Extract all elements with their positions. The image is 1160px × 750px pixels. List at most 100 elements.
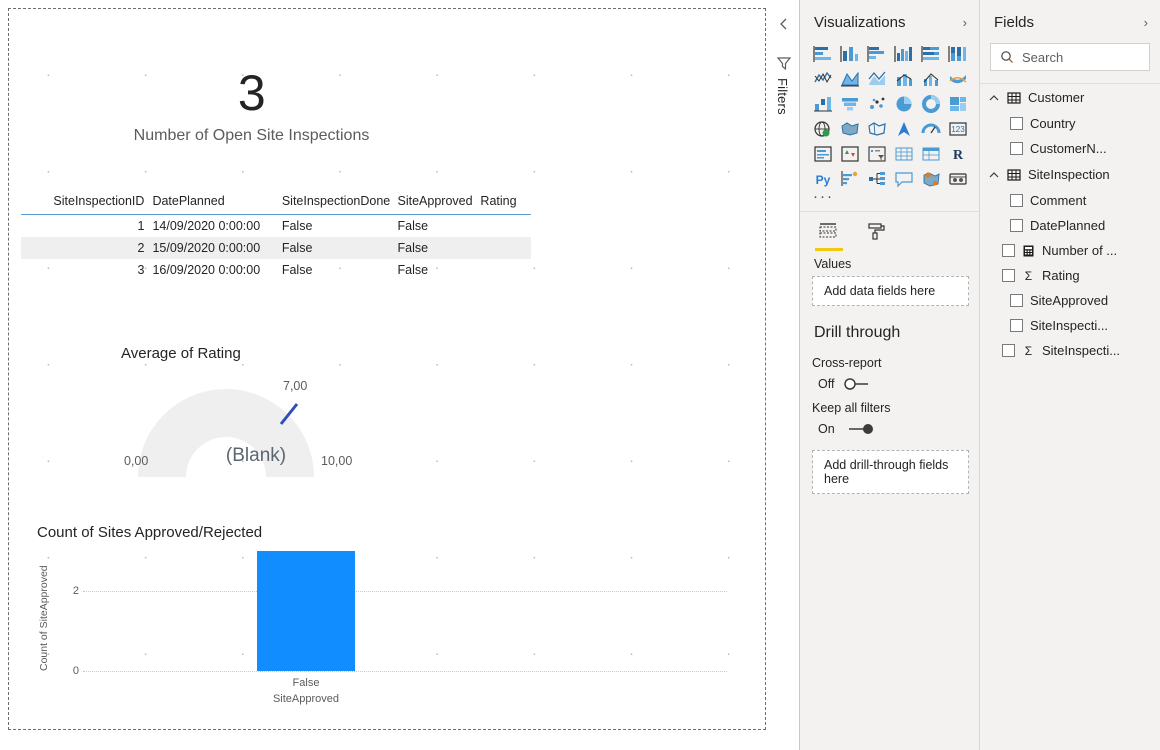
line-clustered-column-chart-icon[interactable] (919, 68, 943, 90)
field-checkbox[interactable] (1010, 219, 1023, 232)
card-icon[interactable]: 123 (946, 118, 970, 140)
arcgis-map-icon[interactable] (892, 118, 916, 140)
toggle-on-icon (848, 424, 873, 434)
filters-pane-collapsed[interactable]: Filters (768, 0, 800, 750)
cell-siteinspectionid: 3 (137, 263, 145, 277)
treemap-icon[interactable] (946, 93, 970, 115)
card-visual-open-inspections[interactable]: 3 Number of Open Site Inspections (9, 64, 494, 179)
map-icon[interactable] (811, 118, 835, 140)
column-header-dateplanned[interactable]: DatePlanned (152, 191, 282, 215)
report-canvas-area: 3 Number of Open Site Inspections SiteIn… (0, 0, 768, 750)
search-box[interactable] (990, 43, 1150, 71)
cross-report-toggle[interactable]: Off (800, 372, 979, 391)
collapse-visualizations-icon[interactable]: › (963, 15, 967, 30)
paginated-report-icon[interactable] (946, 168, 970, 190)
line-stacked-column-chart-icon[interactable] (892, 68, 916, 90)
format-tab[interactable] (866, 222, 888, 251)
shape-map-icon[interactable] (865, 118, 889, 140)
field-row-rating[interactable]: Σ Rating (980, 263, 1160, 288)
multi-row-card-icon[interactable] (811, 143, 835, 165)
field-row-number-of-measure[interactable]: Number of ... (980, 238, 1160, 263)
more-visuals-icon[interactable]: ··· (800, 189, 979, 209)
field-checkbox[interactable] (1002, 244, 1015, 257)
gauge-icon[interactable] (919, 118, 943, 140)
ribbon-chart-icon[interactable] (946, 68, 970, 90)
column-header-siteinspectionid[interactable]: SiteInspectionID (21, 191, 153, 215)
search-input[interactable] (1022, 49, 1142, 65)
kpi-icon[interactable] (838, 143, 862, 165)
waterfall-chart-icon[interactable] (811, 93, 835, 115)
table-node-customer[interactable]: Customer (980, 84, 1160, 111)
smart-narrative-icon[interactable] (892, 168, 916, 190)
drill-through-dropzone[interactable]: Add drill-through fields here (812, 450, 969, 494)
key-influencers-icon[interactable] (838, 168, 862, 190)
keep-all-filters-toggle[interactable]: On (800, 417, 979, 436)
line-chart-icon[interactable] (811, 68, 835, 90)
slicer-icon[interactable] (865, 143, 889, 165)
report-page-canvas[interactable]: 3 Number of Open Site Inspections SiteIn… (8, 8, 766, 730)
r-script-visual-icon[interactable]: R (946, 143, 970, 165)
bar-chart-visual-sites-approved[interactable]: Count of Sites Approved/Rejected Count o… (27, 524, 727, 729)
field-row-customername[interactable]: CustomerN... (980, 136, 1160, 161)
stacked-bar-chart-icon[interactable] (811, 43, 835, 65)
stacked-area-chart-icon[interactable] (865, 68, 889, 90)
matrix-icon[interactable] (919, 143, 943, 165)
field-checkbox[interactable] (1002, 269, 1015, 282)
hundred-percent-stacked-column-chart-icon[interactable] (946, 43, 970, 65)
column-header-siteapproved[interactable]: SiteApproved (397, 191, 481, 215)
column-header-rating[interactable]: Rating (480, 191, 531, 215)
clustered-column-chart-icon[interactable] (892, 43, 916, 65)
collapse-fields-icon[interactable]: › (1144, 15, 1148, 30)
stacked-column-chart-icon[interactable] (838, 43, 862, 65)
field-checkbox[interactable] (1010, 319, 1023, 332)
field-label-siteinspection-text: SiteInspecti... (1030, 318, 1109, 333)
field-row-country[interactable]: Country (980, 111, 1160, 136)
field-checkbox[interactable] (1010, 142, 1023, 155)
table-visual-site-inspections[interactable]: SiteInspectionID DatePlanned SiteInspect… (21, 191, 531, 281)
y-tick-0: 0 (72, 665, 79, 677)
area-chart-icon[interactable] (838, 68, 862, 90)
field-row-siteapproved[interactable]: SiteApproved (980, 288, 1160, 313)
filled-map-icon[interactable] (838, 118, 862, 140)
visualizations-pane-header: Visualizations › (800, 0, 979, 41)
pie-chart-icon[interactable] (892, 93, 916, 115)
table-row[interactable]: 1 14/09/2020 0:00:00 False False (21, 215, 531, 238)
visualizations-pane-title: Visualizations (814, 14, 906, 31)
gauge-visual-average-rating[interactable]: Average of Rating (Blank) 0,00 10,00 7,0… (21, 345, 441, 505)
search-icon (1001, 51, 1013, 63)
field-checkbox[interactable] (1010, 117, 1023, 130)
values-dropzone[interactable]: Add data fields here (812, 276, 969, 306)
column-header-siteinspectiondone[interactable]: SiteInspectionDone (281, 191, 398, 215)
field-checkbox[interactable] (1010, 294, 1023, 307)
table-node-siteinspection[interactable]: SiteInspection (980, 161, 1160, 188)
field-checkbox[interactable] (1002, 344, 1015, 357)
gridline-0 (83, 671, 727, 672)
cell-siteapproved: False (397, 263, 429, 277)
scatter-chart-icon[interactable] (865, 93, 889, 115)
table-row[interactable]: 3 16/09/2020 0:00:00 False False (21, 259, 531, 281)
field-label-number-of: Number of ... (1042, 243, 1118, 258)
bar-false[interactable] (257, 551, 355, 671)
field-row-comment[interactable]: Comment (980, 188, 1160, 213)
power-bi-desktop-window: 3 Number of Open Site Inspections SiteIn… (0, 0, 1160, 750)
decomposition-tree-icon[interactable] (865, 168, 889, 190)
python-visual-icon[interactable]: Py (811, 168, 835, 190)
donut-chart-icon[interactable] (919, 93, 943, 115)
field-row-siteinspectionid[interactable]: Σ SiteInspecti... (980, 338, 1160, 363)
hundred-percent-stacked-bar-chart-icon[interactable] (919, 43, 943, 65)
fields-pane-title: Fields (994, 14, 1035, 31)
clustered-bar-chart-icon[interactable] (865, 43, 889, 65)
x-tick-label-false: False (292, 677, 320, 689)
field-checkbox[interactable] (1010, 194, 1023, 207)
visualizations-pane: Visualizations › 123 R Py ··· Values Add… (800, 0, 980, 750)
gauge-value-label: (Blank) (225, 445, 287, 466)
expand-filters-icon[interactable] (777, 17, 791, 31)
cell-rating (480, 237, 531, 259)
fields-tab[interactable] (815, 222, 843, 251)
azure-map-icon[interactable] (919, 168, 943, 190)
table-icon[interactable] (892, 143, 916, 165)
field-row-dateplanned[interactable]: DatePlanned (980, 213, 1160, 238)
field-row-siteinspectiondone[interactable]: SiteInspecti... (980, 313, 1160, 338)
funnel-chart-icon[interactable] (838, 93, 862, 115)
table-row[interactable]: 2 15/09/2020 0:00:00 False False (21, 237, 531, 259)
